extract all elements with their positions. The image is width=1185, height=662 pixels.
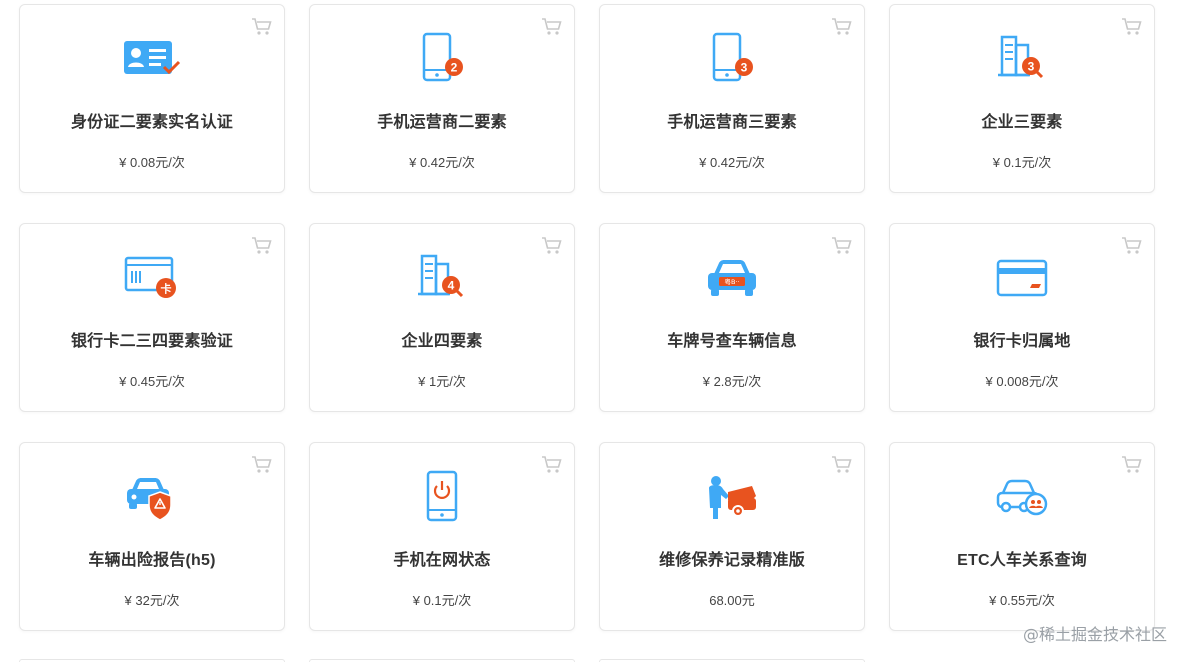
car-plate-icon: 粤B·· bbox=[600, 248, 864, 308]
product-card-enterprise-four-factor[interactable]: 4 企业四要素 ¥ 1元/次 bbox=[309, 223, 575, 412]
product-card-plate-lookup[interactable]: 粤B·· 车牌号查车辆信息 ¥ 2.8元/次 bbox=[599, 223, 865, 412]
product-price: ¥ 0.42元/次 bbox=[699, 155, 765, 170]
product-card-enterprise-three-factor[interactable]: 3 企业三要素 ¥ 0.1元/次 bbox=[889, 4, 1155, 193]
product-price: ¥ 0.42元/次 bbox=[409, 155, 475, 170]
product-price: ¥ 1元/次 bbox=[418, 374, 466, 389]
id-card-check-icon bbox=[20, 29, 284, 89]
plate-text: 粤B·· bbox=[724, 277, 739, 286]
phone-badge-3-icon: 3 bbox=[600, 29, 864, 89]
product-grid: 身份证二要素实名认证 ¥ 0.08元/次 2 手机运营商二要素 ¥ 0.42元/… bbox=[19, 4, 1155, 631]
product-card-mobile-two-factor[interactable]: 2 手机运营商二要素 ¥ 0.42元/次 bbox=[309, 4, 575, 193]
product-title: 企业三要素 bbox=[981, 114, 1063, 131]
product-title: 手机运营商三要素 bbox=[667, 114, 797, 131]
product-price: ¥ 0.1元/次 bbox=[992, 155, 1052, 170]
product-title: 手机运营商二要素 bbox=[377, 114, 507, 131]
badge-number: 3 bbox=[741, 61, 748, 75]
product-card-id-two-factor[interactable]: 身份证二要素实名认证 ¥ 0.08元/次 bbox=[19, 4, 285, 193]
product-card-maintenance-records[interactable]: 维修保养记录精准版 68.00元 bbox=[599, 442, 865, 631]
product-card-bank-card-location[interactable]: 银行卡归属地 ¥ 0.008元/次 bbox=[889, 223, 1155, 412]
watermark-text: @稀土掘金技术社区 bbox=[1022, 625, 1167, 644]
product-title: 手机在网状态 bbox=[393, 552, 491, 569]
bank-card-icon bbox=[890, 248, 1154, 308]
product-card-mobile-three-factor[interactable]: 3 手机运营商三要素 ¥ 0.42元/次 bbox=[599, 4, 865, 193]
bank-card-badge-icon: 卡 bbox=[20, 248, 284, 308]
car-repair-icon bbox=[600, 467, 864, 527]
product-title: 银行卡二三四要素验证 bbox=[70, 333, 233, 350]
product-title: 银行卡归属地 bbox=[973, 333, 1071, 350]
product-price: ¥ 0.008元/次 bbox=[985, 374, 1059, 389]
product-price: ¥ 0.45元/次 bbox=[119, 374, 185, 389]
product-price: ¥ 32元/次 bbox=[124, 593, 180, 608]
product-title: 企业四要素 bbox=[401, 333, 483, 350]
product-title: 车辆出险报告(h5) bbox=[88, 552, 216, 569]
product-title: 车牌号查车辆信息 bbox=[667, 333, 797, 350]
product-price: ¥ 2.8元/次 bbox=[702, 374, 762, 389]
product-price: ¥ 0.08元/次 bbox=[119, 155, 185, 170]
badge-label: 卡 bbox=[161, 282, 172, 296]
product-card-etc-owner-vehicle[interactable]: ETC人车关系查询 ¥ 0.55元/次 bbox=[889, 442, 1155, 631]
car-warning-shield-icon bbox=[20, 467, 284, 527]
badge-number: 2 bbox=[451, 61, 458, 75]
product-title: 维修保养记录精准版 bbox=[659, 552, 805, 569]
product-card-bank-card-verify[interactable]: 卡 银行卡二三四要素验证 ¥ 0.45元/次 bbox=[19, 223, 285, 412]
product-card-mobile-online-status[interactable]: 手机在网状态 ¥ 0.1元/次 bbox=[309, 442, 575, 631]
badge-number: 3 bbox=[1028, 60, 1035, 74]
product-price: 68.00元 bbox=[709, 593, 755, 608]
phone-power-icon bbox=[310, 467, 574, 527]
building-search-4-icon: 4 bbox=[310, 248, 574, 308]
product-price: ¥ 0.1元/次 bbox=[412, 593, 472, 608]
phone-badge-2-icon: 2 bbox=[310, 29, 574, 89]
car-people-icon bbox=[890, 467, 1154, 527]
product-price: ¥ 0.55元/次 bbox=[989, 593, 1055, 608]
product-title: ETC人车关系查询 bbox=[957, 552, 1087, 569]
building-search-3-icon: 3 bbox=[890, 29, 1154, 89]
product-card-vehicle-claim-report[interactable]: 车辆出险报告(h5) ¥ 32元/次 bbox=[19, 442, 285, 631]
product-title: 身份证二要素实名认证 bbox=[70, 114, 233, 131]
badge-number: 4 bbox=[448, 279, 455, 293]
